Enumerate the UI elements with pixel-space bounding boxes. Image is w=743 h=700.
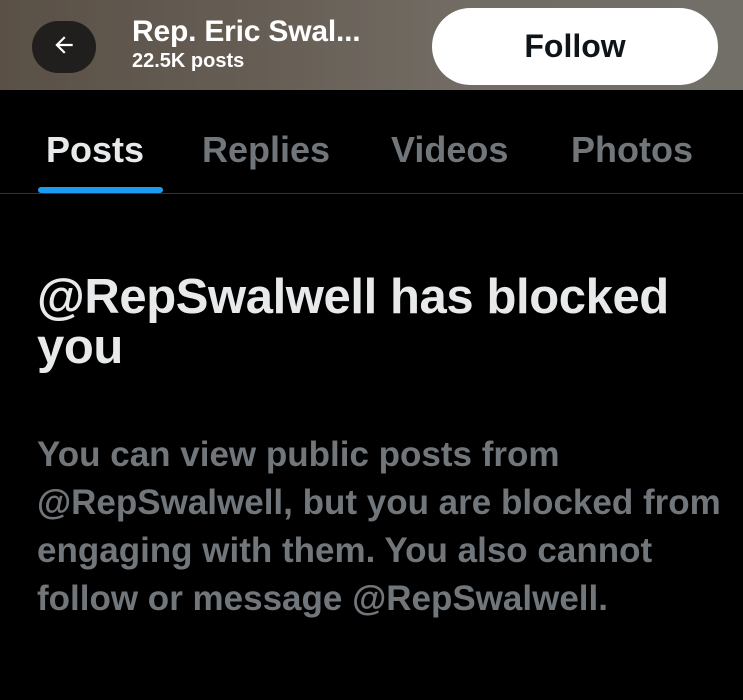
profile-title-block: Rep. Eric Swal... 22.5K posts — [132, 15, 361, 73]
active-tab-indicator — [38, 187, 163, 193]
blocked-heading: @RepSwalwell has blocked you — [37, 270, 669, 374]
post-count: 22.5K posts — [132, 50, 245, 72]
follow-button[interactable]: Follow — [432, 8, 718, 85]
profile-name: Rep. Eric Swal... — [132, 15, 361, 48]
arrow-left-icon — [51, 32, 77, 63]
blocked-message: You can view public posts from @RepSwalw… — [37, 435, 721, 618]
tab-videos[interactable]: Videos — [391, 130, 508, 170]
profile-header: Rep. Eric Swal... 22.5K posts Follow — [0, 0, 743, 90]
profile-page: Rep. Eric Swal... 22.5K posts Follow Pos… — [0, 0, 743, 700]
tab-photos[interactable]: Photos — [571, 130, 693, 170]
tab-replies[interactable]: Replies — [202, 130, 330, 170]
tab-posts[interactable]: Posts — [46, 130, 144, 170]
profile-tabs: Posts Replies Videos Photos — [0, 90, 743, 194]
back-button[interactable] — [32, 21, 96, 73]
